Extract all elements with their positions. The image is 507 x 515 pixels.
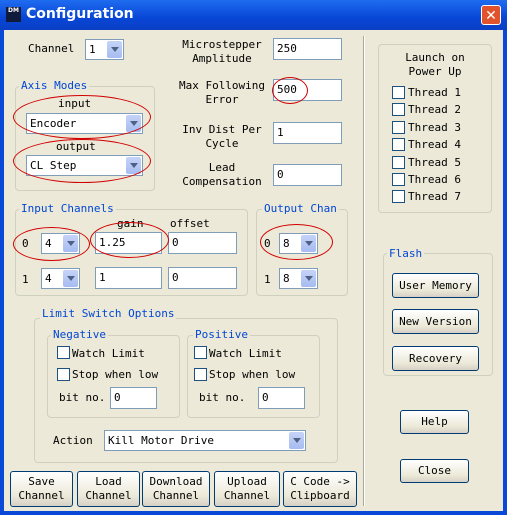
input-channels-title: Input Channels (19, 202, 116, 215)
offset-input-0[interactable]: 0 (168, 232, 237, 254)
annotation-circle-output-mode (13, 139, 151, 183)
positive-watch-limit-label: Watch Limit (209, 347, 282, 360)
c-code-clipboard-button[interactable]: C Code -> Clipboard (283, 471, 357, 507)
action-select[interactable]: Kill Motor Drive (104, 430, 306, 451)
positive-title: Positive (193, 328, 250, 341)
thread-checkbox[interactable] (392, 155, 405, 169)
close-button[interactable]: Close (400, 459, 469, 483)
inv-dist-input[interactable]: 1 (273, 122, 342, 144)
positive-stop-when-low-label: Stop when low (209, 368, 296, 381)
thread-checkbox[interactable] (392, 173, 405, 186)
configuration-window: DM Configuration ✕ Channel 1 Axis Modes … (0, 0, 507, 515)
max-following-label: Max Following Error (178, 79, 266, 106)
offset-input-1[interactable]: 0 (168, 267, 237, 289)
chevron-down-icon (289, 432, 304, 449)
thread-checkbox[interactable] (392, 138, 405, 152)
chevron-down-icon (107, 41, 122, 58)
annotation-circle-input-mode (13, 95, 151, 139)
output-channel-value: 8 (283, 272, 290, 285)
window-title: Configuration (26, 6, 134, 22)
launch-on-power-up-title: Launch on Power Up (405, 51, 465, 78)
gain-input-1[interactable]: 1 (95, 267, 162, 289)
thread-label: Thread 1 (408, 86, 461, 99)
channel-select[interactable]: 1 (85, 39, 124, 60)
positive-watch-limit-checkbox[interactable] (194, 346, 207, 359)
axis-modes-title: Axis Modes (19, 79, 90, 92)
input-channel-select-1[interactable]: 4 (41, 268, 80, 289)
user-memory-button[interactable]: User Memory (392, 273, 479, 298)
output-channel-select-1[interactable]: 8 (279, 268, 318, 289)
dialog-client-area: Channel 1 Axis Modes input Encoder outpu… (4, 30, 503, 511)
thread-label: Thread 3 (408, 120, 461, 134)
negative-title: Negative (51, 328, 108, 341)
annotation-circle-gain (90, 222, 169, 258)
recovery-button[interactable]: Recovery (392, 346, 479, 371)
thread-label: Thread 6 (408, 173, 461, 186)
positive-bit-input[interactable]: 0 (258, 387, 305, 409)
microstepper-input[interactable]: 250 (273, 38, 342, 60)
negative-watch-limit-label: Watch Limit (72, 347, 145, 360)
annotation-circle-max-following (272, 77, 308, 104)
chevron-down-icon (63, 270, 78, 287)
lead-comp-input[interactable]: 0 (273, 164, 342, 186)
negative-stop-when-low-checkbox[interactable] (57, 368, 70, 381)
upload-channel-button[interactable]: Upload Channel (214, 471, 280, 507)
new-version-button[interactable]: New Version (392, 309, 479, 334)
app-icon: DM (6, 7, 21, 22)
download-channel-button[interactable]: Download Channel (142, 471, 210, 507)
annotation-circle-output-channel (260, 224, 333, 260)
thread-label: Thread 4 (408, 138, 461, 152)
input-row-index: 1 (22, 273, 29, 286)
inv-dist-label: Inv Dist Per Cycle (182, 123, 262, 150)
negative-bit-label: bit no. (59, 391, 106, 404)
thread-checkbox[interactable] (392, 86, 405, 99)
thread-label: Thread 5 (408, 155, 461, 169)
annotation-circle-input-channel (13, 227, 90, 261)
thread-checkbox[interactable] (392, 103, 405, 117)
channel-label: Channel (28, 42, 75, 55)
close-window-button[interactable]: ✕ (481, 5, 501, 25)
close-icon: ✕ (485, 8, 497, 24)
negative-stop-when-low-label: Stop when low (72, 368, 159, 381)
action-label: Action (53, 434, 93, 447)
positive-bit-label: bit no. (199, 391, 246, 404)
save-channel-button[interactable]: Save Channel (10, 471, 73, 507)
thread-checkbox[interactable] (392, 120, 405, 134)
thread-label: Thread 7 (408, 190, 461, 204)
title-bar[interactable]: DM Configuration ✕ (0, 0, 507, 30)
negative-bit-input[interactable]: 0 (110, 387, 157, 409)
flash-title: Flash (387, 247, 425, 260)
microstepper-label: Microstepper Amplitude (182, 38, 262, 65)
action-select-value: Kill Motor Drive (108, 434, 214, 447)
offset-header: offset (170, 217, 210, 230)
negative-watch-limit-checkbox[interactable] (57, 346, 70, 359)
load-channel-button[interactable]: Load Channel (77, 471, 140, 507)
channel-select-value: 1 (89, 43, 96, 56)
thread-label: Thread 2 (408, 103, 461, 117)
thread-checkbox[interactable] (392, 190, 405, 204)
help-button[interactable]: Help (400, 410, 469, 434)
vertical-separator (363, 36, 365, 506)
input-channel-value: 4 (45, 272, 52, 285)
positive-stop-when-low-checkbox[interactable] (194, 368, 207, 381)
output-channels-title: Output Chan (262, 202, 339, 215)
output-row-index: 1 (264, 273, 271, 286)
lead-comp-label: Lead Compensation (182, 161, 262, 188)
limit-switch-title: Limit Switch Options (40, 307, 177, 320)
chevron-down-icon (301, 270, 316, 287)
